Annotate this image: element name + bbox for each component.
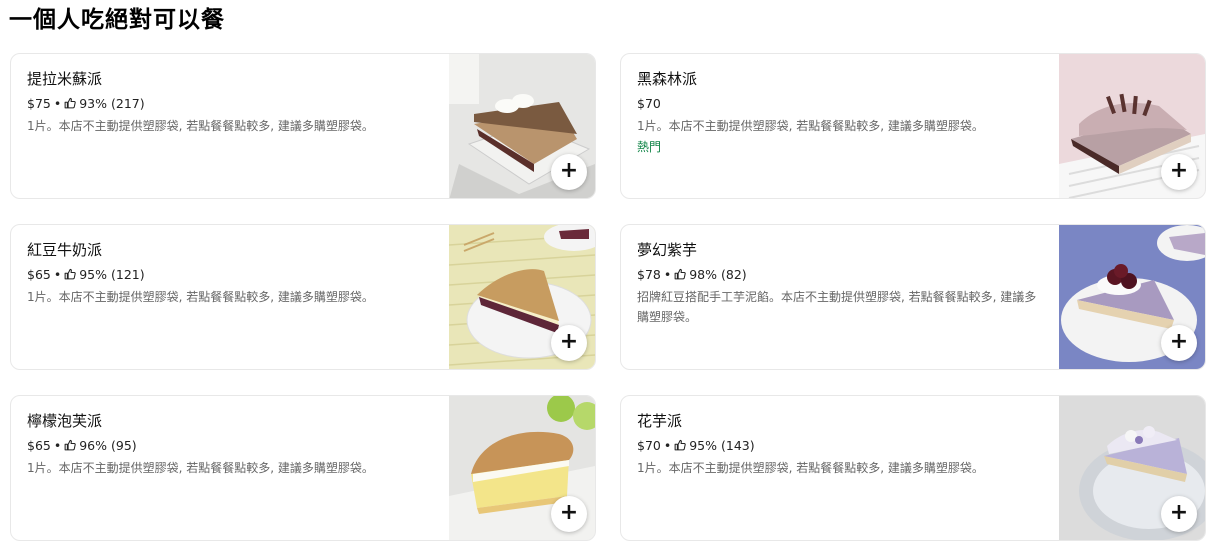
item-name: 夢幻紫芋 bbox=[637, 241, 698, 259]
add-to-cart-button[interactable]: + bbox=[1161, 325, 1197, 361]
item-meta: $65 • 96% (95) bbox=[27, 436, 437, 456]
separator-dot: • bbox=[53, 438, 62, 453]
item-name: 花芋派 bbox=[637, 412, 683, 430]
item-price: $78 bbox=[637, 267, 661, 282]
item-price: $70 bbox=[637, 96, 661, 111]
menu-item-card[interactable]: 紅豆牛奶派 $65 • 95% (121) 1片。本店不主動提供塑膠袋, 若點餐餐點… bbox=[10, 224, 596, 370]
item-description: 1片。本店不主動提供塑膠袋, 若點餐餐點較多, 建議多購塑膠袋。 bbox=[637, 119, 984, 133]
add-to-cart-button[interactable]: + bbox=[551, 325, 587, 361]
popular-badge: 熱門 bbox=[637, 140, 662, 154]
item-price: $65 bbox=[27, 438, 51, 453]
add-to-cart-button[interactable]: + bbox=[551, 496, 587, 532]
item-description: 1片。本店不主動提供塑膠袋, 若點餐餐點較多, 建議多購塑膠袋。 bbox=[27, 461, 374, 475]
separator-dot: • bbox=[663, 267, 672, 282]
item-rating: 96% (95) bbox=[79, 438, 137, 453]
item-description: 1片。本店不主動提供塑膠袋, 若點餐餐點較多, 建議多購塑膠袋。 bbox=[637, 461, 984, 475]
plus-icon: + bbox=[1169, 500, 1189, 525]
menu-item-text: 檸檬泡芙派 $65 • 96% (95) 1片。本店不主動提供塑膠袋, 若點餐餐點較… bbox=[27, 408, 437, 478]
add-to-cart-button[interactable]: + bbox=[1161, 496, 1197, 532]
menu-item-text: 提拉米蘇派 $75 • 93% (217) 1片。本店不主動提供塑膠袋, 若點餐餐點… bbox=[27, 66, 437, 136]
separator-dot: • bbox=[53, 96, 62, 111]
plus-icon: + bbox=[559, 158, 579, 183]
section-title: 一個人吃絕對可以餐 bbox=[9, 7, 225, 33]
menu-item-grid: 提拉米蘇派 $75 • 93% (217) 1片。本店不主動提供塑膠袋, 若點餐餐點… bbox=[10, 53, 1206, 541]
item-description: 1片。本店不主動提供塑膠袋, 若點餐餐點較多, 建議多購塑膠袋。 bbox=[27, 290, 374, 304]
menu-item-card[interactable]: 提拉米蘇派 $75 • 93% (217) 1片。本店不主動提供塑膠袋, 若點餐餐點… bbox=[10, 53, 596, 199]
item-price: $65 bbox=[27, 267, 51, 282]
item-name: 黑森林派 bbox=[637, 70, 698, 88]
menu-item-text: 黑森林派 $70 1片。本店不主動提供塑膠袋, 若點餐餐點較多, 建議多購塑膠袋… bbox=[637, 66, 1047, 157]
menu-item-card[interactable]: 夢幻紫芋 $78 • 98% (82) 招牌紅豆搭配手工芋泥餡。本店不主動提供塑膠袋… bbox=[620, 224, 1206, 370]
plus-icon: + bbox=[559, 329, 579, 354]
menu-item-card[interactable]: 檸檬泡芙派 $65 • 96% (95) 1片。本店不主動提供塑膠袋, 若點餐餐點較… bbox=[10, 395, 596, 541]
plus-icon: + bbox=[559, 500, 579, 525]
item-price: $70 bbox=[637, 438, 661, 453]
plus-icon: + bbox=[1169, 329, 1189, 354]
item-name: 檸檬泡芙派 bbox=[27, 412, 103, 430]
menu-item-card[interactable]: 花芋派 $70 • 95% (143) 1片。本店不主動提供塑膠袋, 若點餐餐點較多… bbox=[620, 395, 1206, 541]
thumbs-up-icon bbox=[674, 268, 686, 280]
thumbs-up-icon bbox=[674, 439, 686, 451]
item-meta: $65 • 95% (121) bbox=[27, 265, 437, 285]
item-name: 提拉米蘇派 bbox=[27, 70, 103, 88]
item-rating: 93% (217) bbox=[79, 96, 145, 111]
add-to-cart-button[interactable]: + bbox=[551, 154, 587, 190]
menu-item-card[interactable]: 黑森林派 $70 1片。本店不主動提供塑膠袋, 若點餐餐點較多, 建議多購塑膠袋… bbox=[620, 53, 1206, 199]
separator-dot: • bbox=[663, 438, 672, 453]
item-meta: $70 • 95% (143) bbox=[637, 436, 1047, 456]
add-to-cart-button[interactable]: + bbox=[1161, 154, 1197, 190]
thumbs-up-icon bbox=[64, 268, 76, 280]
item-rating: 95% (121) bbox=[79, 267, 145, 282]
menu-item-text: 夢幻紫芋 $78 • 98% (82) 招牌紅豆搭配手工芋泥餡。本店不主動提供塑膠袋… bbox=[637, 237, 1047, 327]
item-rating: 95% (143) bbox=[689, 438, 755, 453]
plus-icon: + bbox=[1169, 158, 1189, 183]
separator-dot: • bbox=[53, 267, 62, 282]
item-rating: 98% (82) bbox=[689, 267, 747, 282]
item-meta: $78 • 98% (82) bbox=[637, 265, 1047, 285]
thumbs-up-icon bbox=[64, 97, 76, 109]
item-meta: $75 • 93% (217) bbox=[27, 94, 437, 114]
item-meta: $70 bbox=[637, 94, 1047, 114]
item-description: 招牌紅豆搭配手工芋泥餡。本店不主動提供塑膠袋, 若點餐餐點較多, 建議多購塑膠袋… bbox=[637, 290, 1037, 324]
item-name: 紅豆牛奶派 bbox=[27, 241, 103, 259]
menu-item-text: 花芋派 $70 • 95% (143) 1片。本店不主動提供塑膠袋, 若點餐餐點較多… bbox=[637, 408, 1047, 478]
item-description: 1片。本店不主動提供塑膠袋, 若點餐餐點較多, 建議多購塑膠袋。 bbox=[27, 119, 374, 133]
menu-item-text: 紅豆牛奶派 $65 • 95% (121) 1片。本店不主動提供塑膠袋, 若點餐餐點… bbox=[27, 237, 437, 307]
thumbs-up-icon bbox=[64, 439, 76, 451]
item-price: $75 bbox=[27, 96, 51, 111]
